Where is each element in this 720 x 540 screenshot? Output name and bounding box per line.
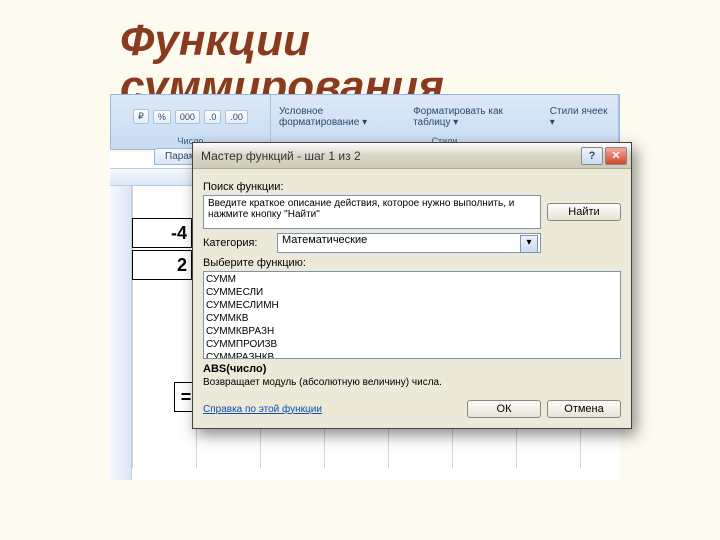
currency-format-button[interactable]: ₽ [133,109,149,124]
thousands-format-button[interactable]: 000 [175,110,200,124]
select-function-label: Выберите функцию: [203,257,621,269]
find-button[interactable]: Найти [547,203,621,221]
ribbon-group-number: ₽ % 000 .0 .00 Число [111,95,271,149]
list-item[interactable]: СУММПРОИЗВ [206,338,618,351]
category-select[interactable]: Математические [277,233,541,253]
search-label: Поиск функции: [203,181,621,193]
close-icon[interactable]: ✕ [605,147,627,165]
cell-a2[interactable]: 2 [132,250,192,280]
conditional-formatting-button[interactable]: Условное форматирование ▾ [279,106,403,128]
list-item[interactable]: СУММРАЗНКВ [206,351,618,359]
cancel-button[interactable]: Отмена [547,400,621,418]
help-icon[interactable]: ? [581,147,603,165]
category-value: Математические [282,234,367,246]
list-item[interactable]: СУММКВРАЗН [206,325,618,338]
function-listbox[interactable]: СУММ СУММЕСЛИ СУММЕСЛИМН СУММКВ СУММКВРА… [203,271,621,359]
dialog-body: Поиск функции: Введите краткое описание … [193,169,631,428]
search-input[interactable]: Введите краткое описание действия, котор… [203,195,541,229]
dialog-title: Мастер функций - шаг 1 из 2 [201,149,579,163]
list-item[interactable]: СУММ [206,273,618,286]
increase-decimal-button[interactable]: .0 [204,110,222,124]
list-item[interactable]: СУММЕСЛИМН [206,299,618,312]
function-signature: ABS(число) [203,363,621,375]
slide-title-line1: Функции [120,18,444,64]
list-item[interactable]: СУММЕСЛИ [206,286,618,299]
row-headers[interactable] [110,186,132,480]
cell-a1[interactable]: -4 [132,218,192,248]
ok-button[interactable]: ОК [467,400,541,418]
percent-format-button[interactable]: % [153,110,171,124]
function-description: Возвращает модуль (абсолютную величину) … [203,377,621,388]
function-wizard-dialog: Мастер функций - шаг 1 из 2 ? ✕ Поиск фу… [192,142,632,429]
function-help-link[interactable]: Справка по этой функции [203,404,461,415]
category-label: Категория: [203,237,271,249]
cell-styles-button[interactable]: Стили ячеек ▾ [550,106,610,128]
ribbon-group-styles: Условное форматирование ▾ Форматировать … [271,95,619,149]
list-item[interactable]: СУММКВ [206,312,618,325]
format-as-table-button[interactable]: Форматировать как таблицу ▾ [413,106,540,128]
dialog-titlebar[interactable]: Мастер функций - шаг 1 из 2 ? ✕ [193,143,631,169]
decrease-decimal-button[interactable]: .00 [225,110,248,124]
